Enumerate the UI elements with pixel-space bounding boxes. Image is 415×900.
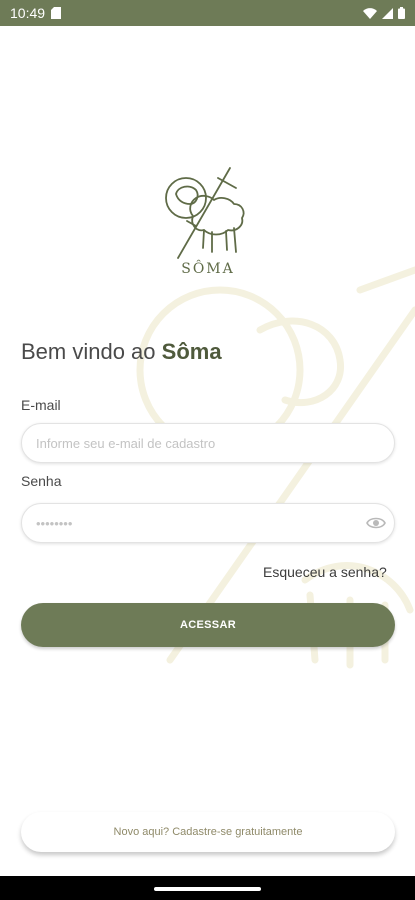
home-gesture-handle[interactable] <box>154 887 261 891</box>
welcome-heading: Bem vindo ao Sôma <box>21 339 222 365</box>
signal-icon <box>382 7 393 19</box>
email-placeholder: Informe seu e-mail de cadastro <box>36 435 216 451</box>
email-input[interactable]: Informe seu e-mail de cadastro <box>21 423 395 463</box>
eye-icon[interactable] <box>366 515 386 531</box>
welcome-brand: Sôma <box>161 339 222 364</box>
battery-icon <box>398 7 405 19</box>
sd-card-icon <box>51 7 62 19</box>
password-input[interactable]: •••••••• <box>21 503 395 543</box>
lamb-logo: SÔMA <box>165 167 245 277</box>
password-mask: •••••••• <box>36 515 73 531</box>
login-button[interactable]: ACESSAR <box>21 603 395 647</box>
status-bar: 10:49 <box>0 0 415 26</box>
welcome-prefix: Bem vindo ao <box>21 339 162 364</box>
navigation-bar <box>0 876 415 900</box>
email-label: E-mail <box>21 397 61 413</box>
forgot-password-link[interactable]: Esqueceu a senha? <box>263 564 387 580</box>
brand-wordmark: SÔMA <box>181 259 235 277</box>
status-time: 10:49 <box>10 5 46 21</box>
signup-button[interactable]: Novo aqui? Cadastre-se gratuitamente <box>21 812 395 852</box>
wifi-icon <box>363 7 377 19</box>
password-label: Senha <box>21 473 62 489</box>
